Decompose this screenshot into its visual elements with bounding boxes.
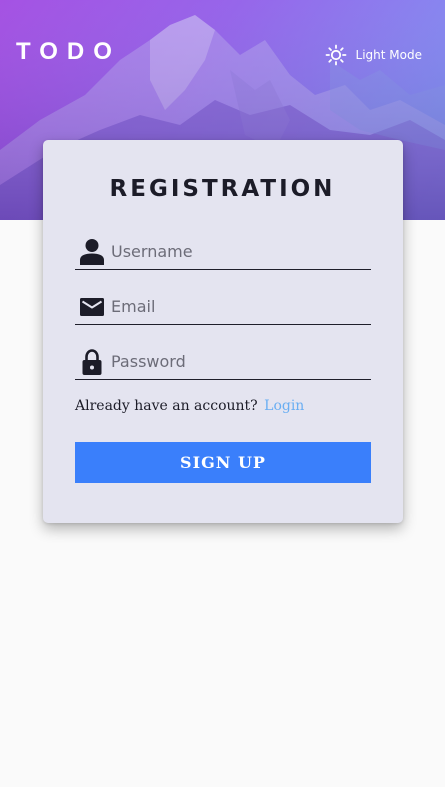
account-prompt-text: Already have an account? bbox=[75, 398, 258, 414]
password-field[interactable] bbox=[75, 345, 371, 380]
username-field[interactable] bbox=[75, 235, 371, 270]
theme-toggle-button[interactable]: Light Mode bbox=[325, 44, 422, 66]
email-input[interactable] bbox=[111, 294, 366, 318]
login-prompt: Already have an account? Login bbox=[75, 398, 304, 414]
envelope-icon bbox=[79, 293, 105, 321]
form-title: REGISTRATION bbox=[109, 176, 336, 202]
email-field[interactable] bbox=[75, 290, 371, 325]
sun-icon bbox=[325, 44, 347, 66]
sign-up-button[interactable]: SIGN UP bbox=[75, 442, 371, 483]
app-logo: TODO bbox=[16, 38, 121, 65]
lock-icon bbox=[79, 348, 105, 376]
theme-toggle-label: Light Mode bbox=[355, 48, 422, 62]
user-icon bbox=[79, 238, 105, 266]
login-link[interactable]: Login bbox=[264, 398, 304, 414]
password-input[interactable] bbox=[111, 349, 366, 373]
username-input[interactable] bbox=[111, 239, 366, 263]
